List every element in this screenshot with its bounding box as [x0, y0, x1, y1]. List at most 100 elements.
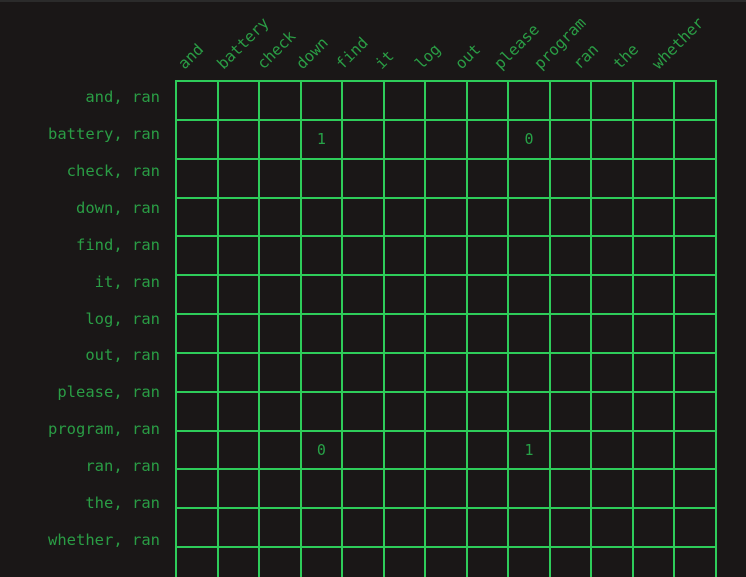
matrix-cell — [465, 468, 510, 510]
matrix-cell — [673, 157, 717, 199]
matrix-cell — [299, 390, 344, 432]
matrix-cell — [507, 390, 551, 432]
matrix-cell — [507, 313, 551, 354]
matrix-cell — [216, 118, 261, 160]
matrix-cell — [507, 274, 551, 316]
matrix-cell — [548, 390, 593, 432]
matrix-cell — [673, 507, 717, 549]
matrix-row: 01 — [175, 429, 717, 471]
matrix-cell — [590, 157, 634, 199]
matrix-cell — [216, 274, 261, 316]
matrix-cell — [631, 313, 676, 354]
matrix-cell — [424, 80, 468, 121]
matrix-cell — [548, 313, 593, 354]
matrix-cell — [424, 196, 468, 238]
matrix-cell — [631, 351, 676, 393]
matrix-cell — [341, 196, 385, 238]
matrix-cell — [382, 429, 427, 471]
matrix-cell — [465, 274, 510, 316]
matrix-cell — [548, 118, 593, 160]
matrix-cell — [590, 429, 634, 471]
matrix-cell — [548, 351, 593, 393]
matrix-cell — [382, 235, 427, 277]
matrix-cell — [258, 118, 302, 160]
matrix-cell — [341, 235, 385, 277]
matrix-cell — [258, 468, 302, 510]
matrix-cell — [673, 351, 717, 393]
column-label: the — [609, 39, 642, 73]
matrix-cell — [424, 429, 468, 471]
matrix-cell — [631, 196, 676, 238]
matrix-cell — [673, 80, 717, 121]
matrix-cell — [507, 468, 551, 510]
matrix-cell — [465, 507, 510, 549]
matrix-cell — [548, 546, 593, 577]
matrix-cell — [590, 196, 634, 238]
matrix-cell — [424, 235, 468, 277]
matrix-cell — [465, 390, 510, 432]
matrix-cell — [299, 507, 344, 549]
matrix-cell — [590, 80, 634, 121]
matrix-cell — [216, 429, 261, 471]
row-label: whether, ran — [48, 530, 160, 549]
matrix-cell — [258, 80, 302, 121]
matrix-cell — [216, 546, 261, 577]
matrix-cell — [548, 429, 593, 471]
matrix-cell — [465, 235, 510, 277]
matrix-cell — [631, 235, 676, 277]
column-label: and — [174, 39, 207, 73]
matrix-cell — [175, 196, 219, 238]
matrix-cell — [424, 507, 468, 549]
matrix-cell — [673, 390, 717, 432]
matrix-cell — [341, 274, 385, 316]
matrix-cell — [258, 546, 302, 577]
column-label: log — [411, 39, 445, 73]
matrix-cell: 0 — [299, 429, 344, 471]
matrix-cell — [258, 351, 302, 393]
row-label: the, ran — [85, 493, 160, 512]
matrix-cell — [382, 196, 427, 238]
matrix-cell — [216, 235, 261, 277]
row-label: program, ran — [48, 420, 160, 439]
matrix-cell — [258, 313, 302, 354]
matrix-cell — [341, 157, 385, 199]
matrix-cell — [258, 274, 302, 316]
matrix-cell — [341, 429, 385, 471]
matrix-cell — [465, 118, 510, 160]
matrix-cell — [631, 468, 676, 510]
matrix-cell — [631, 507, 676, 549]
matrix-cell — [299, 196, 344, 238]
matrix-cell — [299, 313, 344, 354]
matrix-cell — [175, 546, 219, 577]
matrix-cell — [548, 235, 593, 277]
matrix-cell: 1 — [299, 118, 344, 160]
matrix-cell — [673, 196, 717, 238]
matrix-cell — [424, 468, 468, 510]
matrix-cell — [175, 313, 219, 354]
matrix-grid-body: 1001 — [175, 80, 717, 577]
matrix-cell — [548, 157, 593, 199]
matrix-cell — [216, 390, 261, 432]
row-label: find, ran — [76, 235, 160, 254]
matrix-cell — [216, 507, 261, 549]
matrix-cell — [175, 390, 219, 432]
matrix-cell — [299, 546, 344, 577]
matrix-cell — [507, 196, 551, 238]
matrix-cell — [673, 313, 717, 354]
matrix-cell — [465, 80, 510, 121]
matrix-cell — [216, 351, 261, 393]
matrix-cell — [216, 313, 261, 354]
matrix-cell — [382, 546, 427, 577]
matrix-cell — [382, 507, 427, 549]
matrix-cell — [258, 507, 302, 549]
matrix-cell — [673, 118, 717, 160]
matrix-cell — [382, 80, 427, 121]
matrix-cell — [341, 351, 385, 393]
matrix-cell — [299, 235, 344, 277]
row-label: down, ran — [76, 198, 160, 217]
matrix-cell — [465, 429, 510, 471]
matrix-cell: 1 — [507, 429, 551, 471]
matrix-cell — [590, 235, 634, 277]
matrix-row: 10 — [175, 118, 717, 160]
matrix-cell — [631, 429, 676, 471]
